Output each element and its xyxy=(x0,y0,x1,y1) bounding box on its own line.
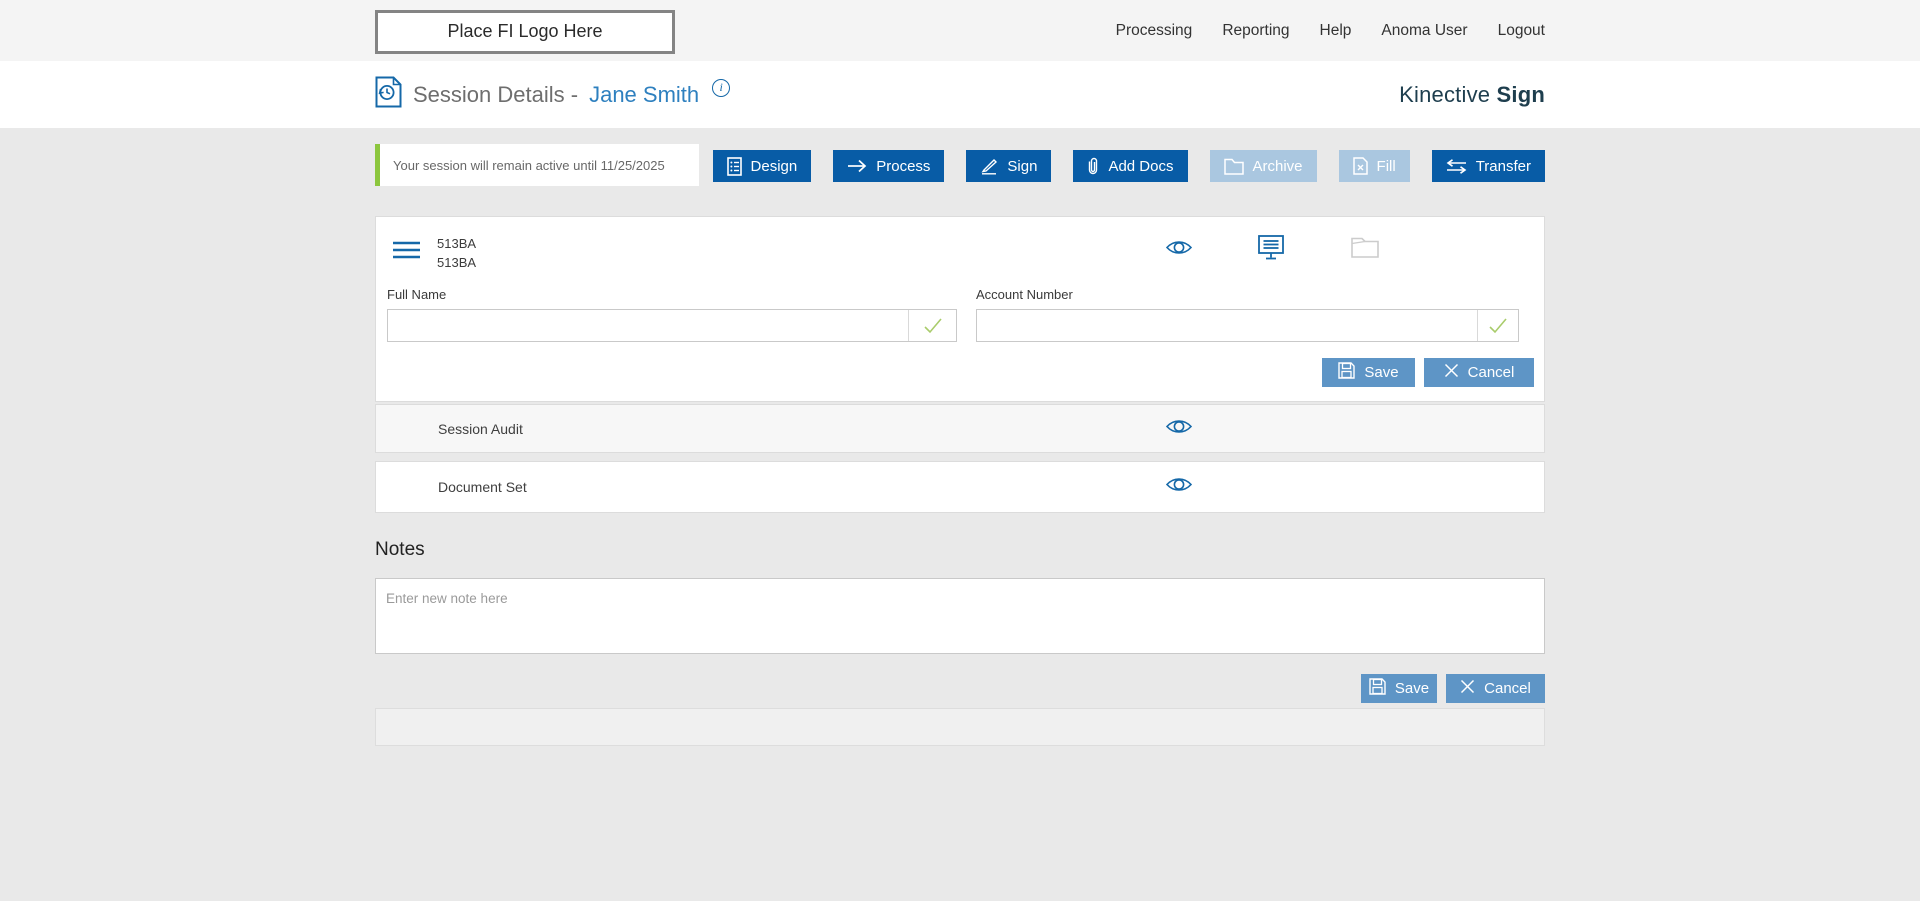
brand-logo: Kinective Sign xyxy=(1399,82,1545,108)
fi-logo-text: Place FI Logo Here xyxy=(447,21,603,41)
folder-icon xyxy=(1351,237,1444,258)
cancel-x-icon xyxy=(1460,679,1475,698)
info-icon[interactable]: i xyxy=(712,78,731,97)
session-audit-row: Session Audit xyxy=(375,404,1545,453)
form-document-icon xyxy=(726,156,742,176)
page-header: Session Details - Jane Smith i Kinective… xyxy=(0,61,1920,128)
action-toolbar: Design Process Sign Add Docs Archive Fil… xyxy=(712,150,1545,182)
preview-eye-icon[interactable] xyxy=(1165,239,1258,256)
drag-handle-icon[interactable] xyxy=(393,241,420,275)
design-button[interactable]: Design xyxy=(712,150,812,182)
panel-save-button[interactable]: Save xyxy=(1322,358,1415,387)
full-name-label: Full Name xyxy=(387,287,447,302)
page-title: Session Details - xyxy=(413,81,579,107)
account-number-valid-check-icon xyxy=(1477,310,1518,341)
session-audit-eye-icon[interactable] xyxy=(1165,418,1193,440)
transfer-arrows-icon xyxy=(1446,158,1467,174)
brand-regular: Kinective xyxy=(1399,81,1491,107)
nav-reporting[interactable]: Reporting xyxy=(1222,22,1289,40)
session-audit-label: Session Audit xyxy=(438,420,523,437)
session-expiry-alert: Your session will remain active until 11… xyxy=(375,144,699,186)
sign-button[interactable]: Sign xyxy=(966,150,1052,182)
session-expiry-text: Your session will remain active until 11… xyxy=(393,157,665,173)
document-set-eye-icon[interactable] xyxy=(1165,476,1193,498)
document-set-row: Document Set xyxy=(375,461,1545,513)
notes-cancel-button[interactable]: Cancel xyxy=(1446,674,1545,703)
process-button[interactable]: Process xyxy=(833,150,945,182)
brand-bold: Sign xyxy=(1496,81,1545,107)
file-fill-icon xyxy=(1352,157,1368,175)
add-docs-button[interactable]: Add Docs xyxy=(1073,150,1188,182)
session-id-stack: 513BA 513BA xyxy=(437,235,476,275)
nav-help[interactable]: Help xyxy=(1320,22,1352,40)
save-floppy-icon xyxy=(1338,362,1356,383)
session-panel: 513BA 513BA Full Name Account Number Sav… xyxy=(375,216,1545,402)
pen-icon xyxy=(980,158,998,175)
archive-button: Archive xyxy=(1209,150,1317,182)
panel-cancel-button[interactable]: Cancel xyxy=(1424,358,1534,387)
notes-save-button[interactable]: Save xyxy=(1361,674,1437,703)
fi-logo-placeholder: Place FI Logo Here xyxy=(375,9,675,54)
fill-button: Fill xyxy=(1338,150,1410,182)
transfer-button[interactable]: Transfer xyxy=(1431,150,1545,182)
present-monitor-icon[interactable] xyxy=(1258,235,1351,260)
top-nav: Processing Reporting Help Anoma User Log… xyxy=(1116,22,1545,40)
new-note-input[interactable] xyxy=(375,578,1545,654)
session-id-line1: 513BA xyxy=(437,236,477,251)
top-bar: Place FI Logo Here Processing Reporting … xyxy=(0,0,1920,61)
account-number-input[interactable] xyxy=(977,310,1477,341)
cancel-x-icon xyxy=(1444,363,1459,382)
nav-user-menu[interactable]: Anoma User xyxy=(1381,22,1467,40)
paperclip-icon xyxy=(1087,157,1099,176)
session-id-line2: 513BA xyxy=(437,254,477,270)
notes-empty-list xyxy=(375,708,1545,746)
notes-heading: Notes xyxy=(375,539,425,560)
document-set-label: Document Set xyxy=(438,479,527,495)
save-floppy-icon xyxy=(1369,678,1386,699)
arrow-right-icon xyxy=(847,159,867,173)
nav-logout[interactable]: Logout xyxy=(1498,22,1545,40)
full-name-input[interactable] xyxy=(388,310,908,341)
session-history-icon xyxy=(375,76,402,113)
main-content: Your session will remain active until 11… xyxy=(375,144,1545,746)
full-name-valid-check-icon xyxy=(908,310,956,341)
nav-processing[interactable]: Processing xyxy=(1116,22,1193,40)
archive-folder-icon xyxy=(1223,158,1244,175)
session-name: Jane Smith xyxy=(589,81,700,107)
account-number-label: Account Number xyxy=(976,287,1073,302)
